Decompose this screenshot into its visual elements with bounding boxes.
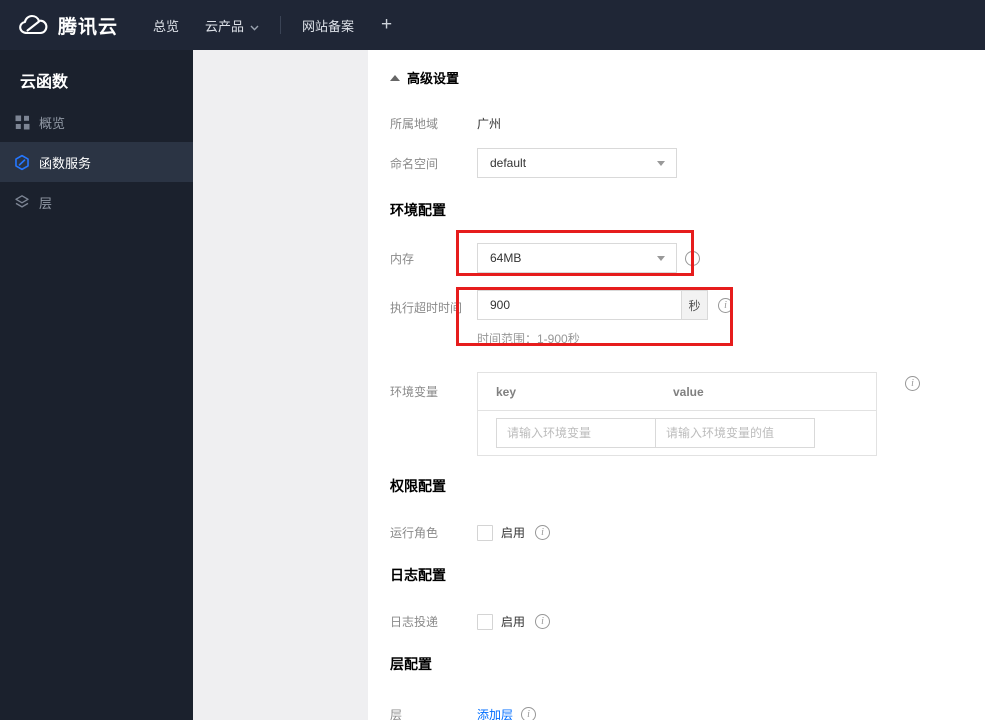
sidebar-item-overview[interactable]: 概览: [0, 102, 193, 142]
section-environment-config: 环境配置: [390, 202, 446, 218]
memory-select[interactable]: 64MB: [477, 243, 677, 273]
advanced-settings-label: 高级设置: [407, 71, 460, 86]
memory-row: 内存 64MB: [390, 230, 985, 276]
env-vars-table-row: [478, 411, 876, 455]
cloud-logo-icon: [18, 14, 49, 37]
timeout-row: 执行超时时间 秒 时间范围：1-900秒: [390, 287, 985, 347]
timeout-input[interactable]: [477, 290, 682, 320]
env-vars-table-header: key value: [478, 373, 876, 411]
timeout-unit-button[interactable]: 秒: [682, 290, 708, 320]
sidebar-item-function-service[interactable]: 函数服务: [0, 142, 193, 182]
env-key-input[interactable]: [496, 418, 656, 448]
scf-hexagon-icon: [14, 154, 30, 170]
nav-item-cloud-products[interactable]: 云产品: [192, 0, 272, 50]
log-delivery-checkbox[interactable]: [477, 613, 493, 630]
memory-info-icon[interactable]: [685, 250, 700, 266]
overview-grid-icon: [14, 114, 30, 130]
section-log-config: 日志配置: [390, 567, 446, 583]
nav-item-overview[interactable]: 总览: [140, 0, 192, 50]
log-delivery-info-icon[interactable]: [535, 614, 551, 629]
layer-row: 层 添加层: [390, 706, 985, 720]
namespace-row: 命名空间 default: [390, 148, 985, 178]
collapse-triangle-icon: [390, 74, 400, 81]
env-value-input[interactable]: [655, 418, 815, 448]
namespace-select[interactable]: default: [477, 148, 677, 178]
main-area: 云函数 概览 函数服务 层 高级设置 所属地域 广州 命名空间 default …: [0, 50, 985, 720]
layer-info-icon[interactable]: [521, 707, 537, 720]
log-delivery-row: 日志投递 启用: [390, 613, 985, 630]
layers-icon: [14, 194, 30, 210]
timeout-info-icon[interactable]: [718, 298, 733, 313]
settings-panel: 高级设置 所属地域 广州 命名空间 default 环境配置 内存 64MB i…: [368, 50, 985, 720]
memory-label: 内存: [390, 251, 415, 266]
brand-name: 腾讯云: [58, 16, 119, 38]
add-tab-button[interactable]: +: [367, 14, 406, 36]
region-value: 广州: [477, 117, 502, 131]
advanced-settings-toggle[interactable]: 高级设置: [390, 68, 985, 87]
dropdown-caret-icon: [657, 255, 665, 261]
run-role-enable-label: 启用: [501, 526, 526, 540]
section-layer-config: 层配置: [390, 656, 432, 672]
run-role-info-icon[interactable]: [535, 525, 551, 540]
page-background-gap: [193, 50, 368, 720]
sidebar-item-label: 层: [39, 195, 53, 211]
sidebar: 云函数 概览 函数服务 层: [0, 50, 193, 720]
run-role-checkbox[interactable]: [477, 524, 493, 541]
timeout-label: 执行超时时间: [390, 301, 463, 315]
env-vars-table: key value: [477, 372, 877, 456]
sidebar-title: 云函数: [20, 74, 69, 91]
log-delivery-enable-label: 启用: [501, 615, 526, 629]
sidebar-item-label: 概览: [39, 115, 66, 131]
namespace-selected-value: default: [490, 156, 527, 170]
add-layer-link[interactable]: 添加层: [477, 706, 513, 720]
navbar-divider: [280, 16, 282, 34]
timeout-field-group: 秒 时间范围：1-900秒: [477, 290, 708, 347]
env-vars-row: 环境变量 key value: [390, 372, 985, 456]
env-vars-info-icon[interactable]: [905, 376, 920, 391]
log-delivery-label: 日志投递: [390, 615, 439, 629]
app-window: 腾讯云 总览 云产品 网站备案 + 云函数 概览 函数服务 层 高级设置 所属地…: [0, 0, 985, 720]
sidebar-item-label: 函数服务: [39, 155, 92, 171]
nav-item-icp-filing[interactable]: 网站备案: [289, 0, 367, 50]
timeout-range-hint: 时间范围：1-900秒: [477, 332, 580, 346]
sidebar-item-layers[interactable]: 层: [0, 182, 193, 222]
run-role-row: 运行角色 启用: [390, 524, 985, 541]
navbar-menu: 总览 云产品 网站备案 +: [140, 0, 406, 50]
tencent-cloud-logo[interactable]: 腾讯云: [0, 12, 128, 39]
chevron-down-icon: [250, 19, 259, 34]
env-value-header: value: [673, 384, 704, 399]
region-row: 所属地域 广州: [390, 115, 985, 132]
namespace-label: 命名空间: [390, 156, 439, 171]
layer-label: 层: [390, 708, 403, 720]
memory-selected-value: 64MB: [490, 251, 522, 265]
region-label: 所属地域: [390, 117, 439, 131]
run-role-label: 运行角色: [390, 526, 439, 540]
env-key-header: key: [496, 384, 517, 399]
dropdown-caret-icon: [657, 160, 665, 166]
env-vars-label: 环境变量: [390, 385, 439, 399]
section-permission-config: 权限配置: [390, 478, 446, 494]
top-navbar: 腾讯云 总览 云产品 网站备案 +: [0, 0, 985, 50]
